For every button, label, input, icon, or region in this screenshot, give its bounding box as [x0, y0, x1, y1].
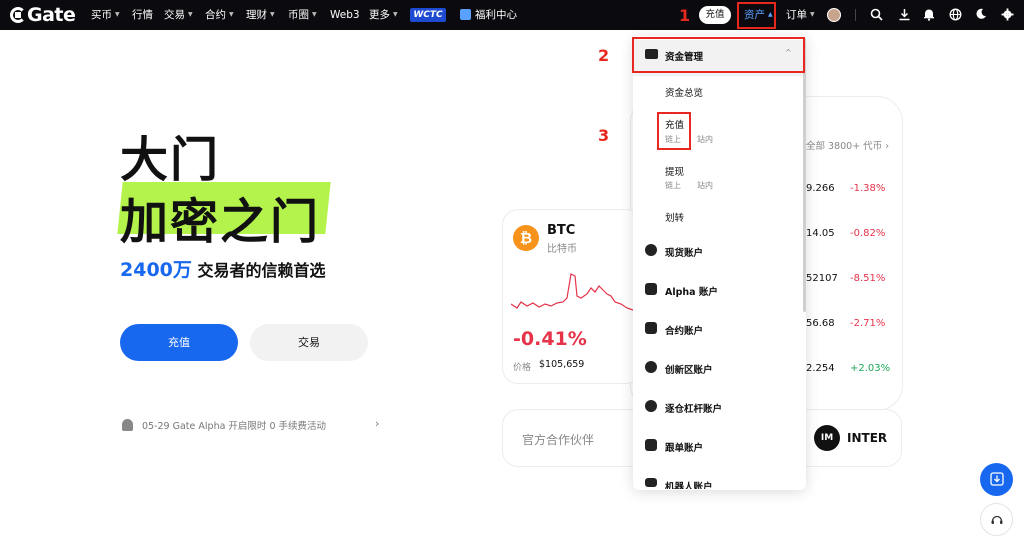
alpha-account-icon — [645, 283, 657, 295]
all-tokens-link[interactable]: 全部 3800+ 代币 › — [806, 138, 889, 152]
search-icon[interactable] — [869, 8, 883, 22]
annotation-box-fund-management — [632, 37, 805, 73]
customer-support-button[interactable] — [980, 503, 1013, 536]
chevron-down-icon: ▼ — [115, 11, 120, 18]
btc-symbol: BTC — [547, 223, 576, 238]
market-price: 14.05 — [806, 228, 835, 239]
market-price: 2.254 — [806, 363, 835, 374]
inter-logo-icon: IM — [814, 425, 840, 451]
hero-deposit-button[interactable]: 充值 — [120, 324, 238, 361]
btc-name: 比特币 — [547, 244, 577, 255]
menu-item-margin-account[interactable]: 逐仓杠杆账户 — [665, 401, 722, 415]
partner-label: 官方合作伙伴 — [522, 433, 595, 447]
dropdown-scrollbar[interactable] — [803, 38, 806, 312]
gate-logo-icon — [10, 7, 26, 23]
chevron-down-icon: ▼ — [229, 11, 234, 18]
nav-orders[interactable]: 订单 ▼ — [786, 0, 815, 30]
users-text: 交易者的信赖首选 — [197, 261, 326, 280]
partner-name: INTER — [847, 431, 888, 445]
innovation-account-icon — [645, 361, 657, 373]
download-app-button[interactable] — [980, 463, 1013, 496]
annotation-number-3: 3 — [598, 126, 610, 145]
annotation-number-2: 2 — [598, 46, 610, 65]
hero-trade-button[interactable]: 交易 — [250, 324, 368, 361]
nav-welfare-center[interactable]: 福利中心 — [475, 0, 517, 30]
gift-icon — [460, 9, 471, 20]
chevron-down-icon: ▼ — [393, 11, 398, 18]
nav-buy-crypto[interactable]: 买币 ▼ — [91, 0, 120, 30]
chevron-down-icon: ▼ — [312, 11, 317, 18]
download-icon[interactable] — [897, 8, 911, 22]
nav-more[interactable]: 更多 ▼ — [369, 0, 398, 30]
bitcoin-icon: ₿ — [513, 225, 539, 251]
hero-title-line2: 加密之门 — [120, 194, 321, 250]
gear-icon[interactable] — [1000, 8, 1014, 22]
nav-deposit-button[interactable]: 充值 — [699, 6, 731, 24]
market-change: -8.51% — [850, 273, 886, 284]
hero-subtitle: 2400万 交易者的信赖首选 — [120, 255, 325, 282]
nav-divider — [855, 9, 856, 21]
user-avatar[interactable] — [827, 8, 841, 22]
menu-item-alpha-account[interactable]: Alpha 账户 — [665, 284, 718, 298]
nav-futures[interactable]: 合约 ▼ — [205, 0, 234, 30]
market-change: -2.71% — [850, 318, 886, 329]
btc-sparkline — [511, 273, 634, 311]
moon-icon[interactable] — [974, 8, 988, 22]
withdraw-onchain[interactable]: 链上 — [665, 180, 681, 191]
top-nav: Gate 买币 ▼ 行情 交易 ▼ 合约 ▼ 理财 ▼ 币圈 ▼ Web3 更多 ▼ WCT… — [0, 0, 1024, 30]
chevron-down-icon: ▼ — [188, 11, 193, 18]
menu-item-funds-overview[interactable]: 资金总览 — [665, 85, 703, 99]
futures-account-icon — [645, 322, 657, 334]
users-count: 2400万 — [120, 259, 192, 281]
market-change: +2.03% — [850, 363, 891, 374]
annotation-number-1: 1 — [679, 6, 691, 25]
hero-title-line1: 大门 — [120, 132, 221, 188]
copy-trading-account-icon — [645, 439, 657, 451]
menu-item-bot-account[interactable]: 机器人账户 — [665, 479, 713, 489]
btc-price: $105,659 — [539, 359, 585, 370]
deposit-internal[interactable]: 站内 — [697, 134, 713, 145]
chevron-down-icon: ▼ — [270, 11, 275, 18]
withdraw-internal[interactable]: 站内 — [697, 180, 713, 191]
assets-dropdown — [633, 36, 806, 490]
annotation-box-deposit — [657, 112, 691, 150]
menu-item-withdraw[interactable]: 提现 — [665, 164, 684, 178]
margin-account-icon — [645, 400, 657, 412]
nav-markets[interactable]: 行情 — [132, 0, 153, 30]
btc-change: -0.41% — [513, 328, 587, 350]
nav-earn[interactable]: 理财 ▼ — [246, 0, 275, 30]
announcement-text[interactable]: 05-29 Gate Alpha 开启限时 0 手续费活动 — [142, 418, 326, 432]
chevron-right-icon[interactable]: › — [375, 417, 379, 430]
bot-account-icon — [645, 478, 657, 487]
menu-item-futures-account[interactable]: 合约账户 — [665, 323, 703, 337]
nav-web3[interactable]: Web3 — [330, 0, 360, 30]
spot-account-icon — [645, 244, 657, 256]
btc-price-label: 价格 — [513, 363, 532, 373]
menu-item-copy-trading-account[interactable]: 跟单账户 — [665, 440, 703, 454]
nav-square[interactable]: 币圈 ▼ — [288, 0, 317, 30]
menu-item-transfer[interactable]: 划转 — [665, 210, 684, 224]
globe-icon[interactable] — [948, 8, 962, 22]
nav-trade[interactable]: 交易 ▼ — [164, 0, 193, 30]
menu-item-innovation-account[interactable]: 创新区账户 — [665, 362, 713, 376]
chevron-down-icon: ▼ — [810, 11, 815, 18]
market-change: -1.38% — [850, 183, 886, 194]
brand-name: Gate — [27, 4, 76, 26]
market-price: 9.266 — [806, 183, 835, 194]
market-price: 56.68 — [806, 318, 835, 329]
annotation-box-assets — [737, 2, 776, 29]
bell-icon — [122, 419, 133, 431]
wctc-badge[interactable]: WCTC — [410, 8, 446, 22]
market-change: -0.82% — [850, 228, 886, 239]
gate-logo[interactable]: Gate — [10, 4, 76, 26]
market-price: 52107 — [806, 273, 838, 284]
menu-item-spot-account[interactable]: 现货账户 — [665, 245, 703, 259]
bell-icon[interactable] — [922, 8, 936, 22]
